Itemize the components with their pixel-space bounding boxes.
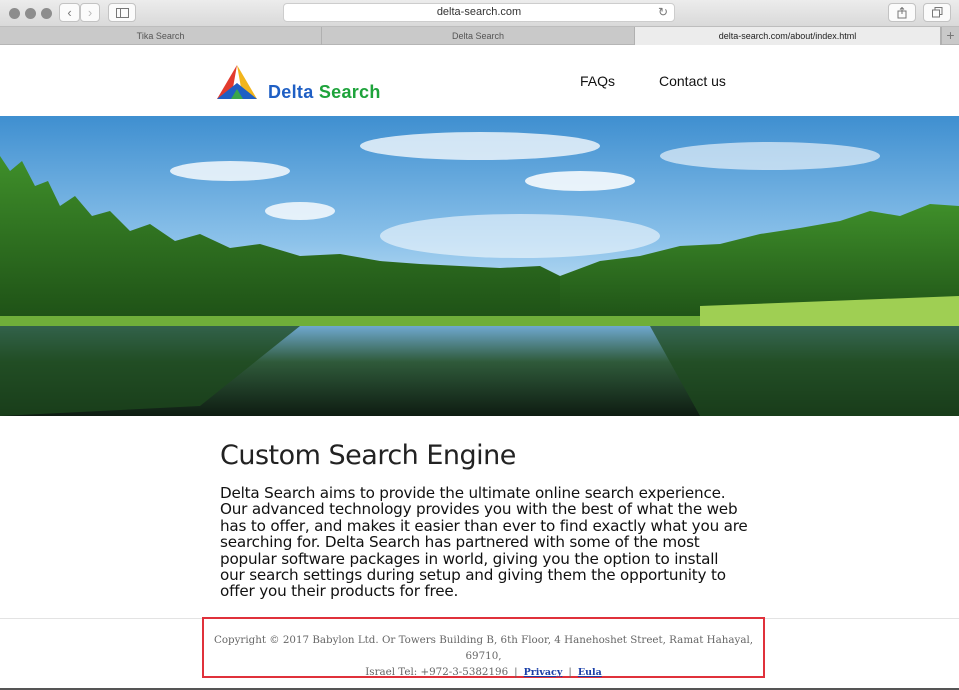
- address-bar[interactable]: delta-search.com ↻: [283, 3, 675, 22]
- footer-phone: Israel Tel: +972-3-5382196: [365, 666, 509, 678]
- browser-toolbar: ‹ › delta-search.com ↻: [0, 0, 959, 27]
- share-button[interactable]: [888, 3, 916, 22]
- main-content: Custom Search Engine Delta Search aims t…: [220, 440, 750, 600]
- sidebar-icon: [115, 7, 129, 18]
- footer-separator: |: [514, 666, 518, 678]
- intro-line: has to offer, and makes it easier than e…: [220, 516, 748, 535]
- sidebar-button[interactable]: [108, 3, 136, 22]
- brand-first: Delta: [268, 82, 319, 102]
- intro-line: searching for. Delta Search has partnere…: [220, 533, 700, 552]
- hero-lake-forest-image: [0, 116, 959, 416]
- eula-link[interactable]: Eula: [578, 667, 602, 678]
- intro-line: our search settings during setup and giv…: [220, 566, 726, 585]
- tab-label: Tika Search: [136, 31, 185, 41]
- tab-delta-search[interactable]: Delta Search: [322, 27, 635, 45]
- footer-copyright: Copyright © 2017 Babylon Ltd. Or Towers …: [213, 634, 754, 662]
- footer-contact-row: Israel Tel: +972-3-5382196 | Privacy | Eula: [202, 664, 765, 681]
- minimize-window-button[interactable]: [25, 8, 36, 19]
- intro-paragraph: Delta Search aims to provide the ultimat…: [220, 485, 750, 600]
- intro-line: Our advanced technology provides you wit…: [220, 500, 738, 519]
- brand-wordmark[interactable]: Delta Search: [268, 82, 381, 103]
- page-heading: Custom Search Engine: [220, 440, 516, 471]
- reload-icon[interactable]: ↻: [658, 4, 668, 21]
- intro-line: offer you their products for free.: [220, 582, 459, 601]
- delta-logo[interactable]: [215, 63, 259, 101]
- close-window-button[interactable]: [9, 8, 20, 19]
- intro-line: Delta Search aims to provide the ultimat…: [220, 484, 726, 502]
- nav-contact-link[interactable]: Contact us: [659, 73, 726, 89]
- intro-line: popular software packages in world, givi…: [220, 549, 719, 568]
- tabs-overview-button[interactable]: [923, 3, 951, 22]
- tabs-overview-icon: [931, 7, 942, 18]
- back-button[interactable]: ‹: [59, 3, 80, 22]
- zoom-window-button[interactable]: [41, 8, 52, 19]
- forward-button[interactable]: ›: [80, 3, 100, 22]
- nav-faqs-link[interactable]: FAQs: [580, 73, 615, 89]
- tab-label: Delta Search: [451, 31, 505, 41]
- footer-separator: |: [568, 666, 572, 678]
- add-tab-icon: +: [946, 27, 955, 43]
- share-icon: [897, 6, 907, 18]
- tab-bar: Tika Search Delta Search delta-search.co…: [0, 27, 959, 45]
- site-header: Delta Search FAQs Contact us: [0, 45, 959, 116]
- tab-label: delta-search.com/about/index.html: [718, 31, 857, 41]
- url-text: delta-search.com: [436, 6, 522, 18]
- brand-second: Search: [318, 82, 381, 102]
- back-icon: ‹: [67, 5, 72, 20]
- footer: Copyright © 2017 Babylon Ltd. Or Towers …: [202, 632, 765, 681]
- tab-delta-about[interactable]: delta-search.com/about/index.html: [635, 27, 941, 45]
- add-tab-button[interactable]: +: [941, 27, 959, 45]
- forward-icon: ›: [87, 5, 93, 20]
- tab-tika-search[interactable]: Tika Search: [0, 27, 322, 45]
- privacy-link[interactable]: Privacy: [524, 667, 563, 678]
